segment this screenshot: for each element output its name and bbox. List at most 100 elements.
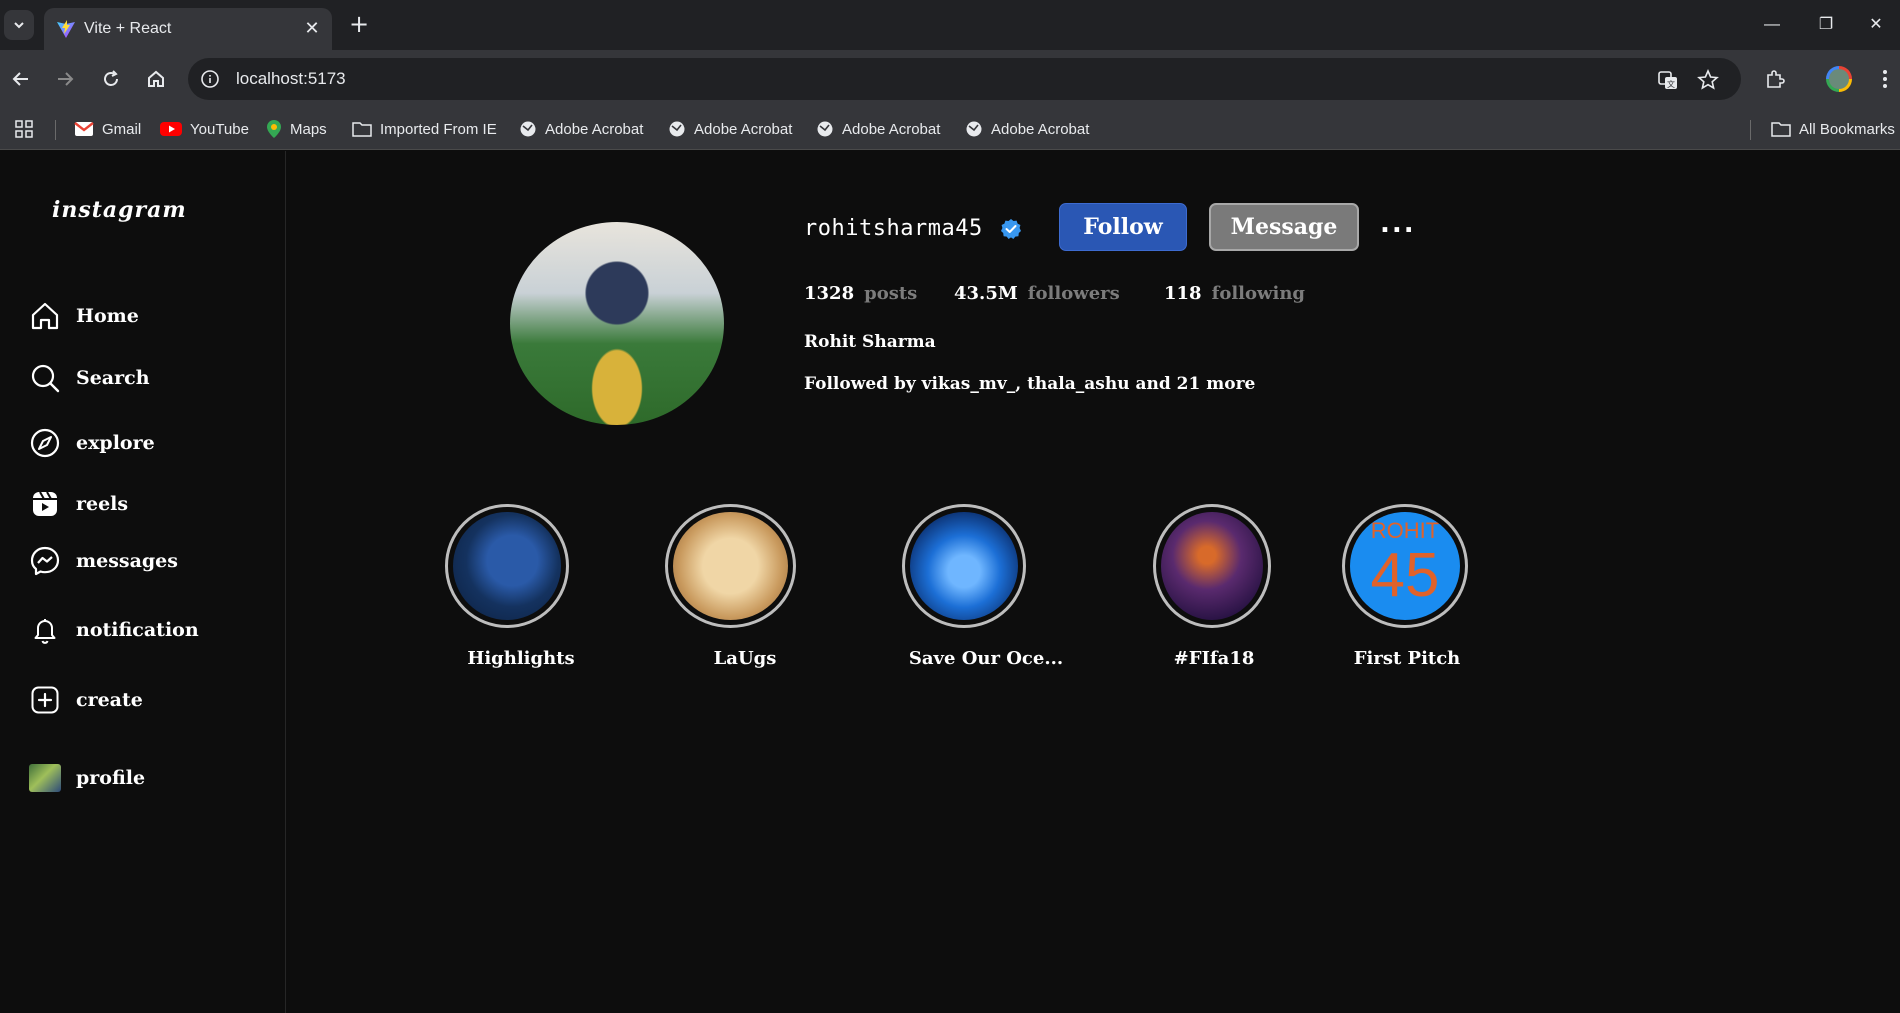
bookmark-imported-from-ie[interactable]: Imported From IE bbox=[352, 117, 497, 141]
tab-search-button[interactable] bbox=[4, 10, 34, 40]
close-window-icon[interactable]: ✕ bbox=[1856, 10, 1896, 40]
highlight-item[interactable]: Save Our Oce... bbox=[902, 504, 1063, 669]
nav-notification[interactable]: notification bbox=[28, 610, 199, 650]
svg-text:文: 文 bbox=[1667, 79, 1675, 89]
star-icon[interactable] bbox=[1697, 69, 1719, 91]
close-tab-icon[interactable]: ✕ bbox=[302, 19, 322, 39]
nav-label: Home bbox=[76, 305, 139, 327]
posts-label: posts bbox=[864, 283, 918, 304]
bookmark-adobe-acrobat-2[interactable]: Adobe Acrobat bbox=[668, 117, 792, 141]
globe-icon bbox=[520, 121, 536, 137]
highlight-item[interactable]: LaUgs bbox=[665, 504, 796, 669]
highlight-ring bbox=[665, 504, 796, 628]
apps-grid-icon bbox=[15, 120, 33, 138]
nav-label: reels bbox=[76, 493, 129, 515]
home-icon bbox=[148, 70, 164, 87]
bookmark-label: Maps bbox=[290, 120, 327, 138]
info-icon[interactable] bbox=[200, 69, 220, 89]
folder-icon bbox=[1771, 122, 1791, 137]
all-bookmarks-button[interactable]: All Bookmarks bbox=[1771, 117, 1895, 141]
nav-label: notification bbox=[76, 619, 199, 641]
nav-explore[interactable]: explore bbox=[28, 423, 155, 463]
bookmarks-bar: Gmail YouTube Maps Imported From IE Adob… bbox=[0, 108, 1900, 150]
following-stat[interactable]: 118 following bbox=[1164, 283, 1305, 304]
nav-label: messages bbox=[76, 550, 178, 572]
bookmark-label: Imported From IE bbox=[380, 120, 497, 138]
bookmark-label: Gmail bbox=[102, 120, 142, 138]
nav-home[interactable]: Home bbox=[28, 296, 139, 336]
bookmark-label: Adobe Acrobat bbox=[545, 120, 644, 138]
chevron-down-icon bbox=[14, 22, 24, 29]
posts-count: 1328 bbox=[804, 283, 855, 304]
followers-stat[interactable]: 43.5M followers bbox=[954, 283, 1120, 304]
message-button[interactable]: Message bbox=[1209, 203, 1359, 251]
highlight-label: Highlights bbox=[467, 648, 575, 669]
nav-messages[interactable]: messages bbox=[28, 541, 178, 581]
highlight-ring bbox=[1153, 504, 1271, 628]
instagram-logo[interactable]: instagram bbox=[52, 197, 187, 223]
browser-tab-bar: Vite + React ✕ + — ❐ ✕ bbox=[0, 0, 1900, 50]
highlight-ring bbox=[445, 504, 569, 628]
reels-icon bbox=[28, 487, 62, 521]
bookmark-adobe-acrobat-3[interactable]: Adobe Acrobat bbox=[816, 117, 940, 141]
profile-avatar-button[interactable] bbox=[1824, 64, 1854, 94]
verified-badge-icon bbox=[1001, 219, 1021, 239]
bookmarks-divider bbox=[1750, 120, 1751, 140]
nav-label: Search bbox=[76, 367, 150, 389]
more-options-button[interactable]: ... bbox=[1380, 209, 1416, 239]
all-bookmarks-label: All Bookmarks bbox=[1799, 120, 1895, 138]
follow-button[interactable]: Follow bbox=[1059, 203, 1187, 251]
nav-reels[interactable]: reels bbox=[28, 484, 128, 524]
restore-icon[interactable]: ❐ bbox=[1806, 10, 1846, 40]
highlight-label: First Pitch bbox=[1353, 648, 1461, 669]
highlight-cover: ROHIT 45 bbox=[1350, 512, 1460, 620]
bookmark-adobe-acrobat-1[interactable]: Adobe Acrobat bbox=[519, 117, 643, 141]
followers-count: 43.5M bbox=[954, 283, 1018, 304]
highlight-item[interactable]: Highlights bbox=[445, 504, 575, 669]
browser-tab[interactable]: Vite + React ✕ bbox=[44, 8, 332, 50]
nav-create[interactable]: create bbox=[28, 680, 143, 720]
highlight-item[interactable]: ROHIT 45 First Pitch bbox=[1342, 504, 1468, 669]
new-tab-button[interactable]: + bbox=[346, 12, 372, 38]
profile-full-name: Rohit Sharma bbox=[804, 332, 936, 352]
bookmark-youtube[interactable]: YouTube bbox=[160, 117, 249, 141]
forward-button[interactable] bbox=[50, 64, 80, 94]
gmail-icon bbox=[74, 122, 94, 136]
bookmark-adobe-acrobat-4[interactable]: Adobe Acrobat bbox=[965, 117, 1089, 141]
nav-label: explore bbox=[76, 432, 155, 454]
search-icon bbox=[28, 361, 62, 395]
compass-icon bbox=[28, 426, 62, 460]
instagram-app: instagram Home Search explore reels mess… bbox=[0, 151, 1900, 1013]
nav-search[interactable]: Search bbox=[28, 358, 150, 398]
highlight-cover bbox=[910, 512, 1018, 620]
plus-square-icon bbox=[28, 683, 62, 717]
reload-button[interactable] bbox=[96, 64, 126, 94]
extensions-button[interactable] bbox=[1760, 64, 1790, 94]
profile-avatar[interactable] bbox=[510, 222, 724, 425]
back-button[interactable] bbox=[6, 64, 36, 94]
forward-arrow-icon bbox=[58, 72, 74, 86]
highlight-cover bbox=[673, 512, 788, 620]
messenger-icon bbox=[28, 544, 62, 578]
bookmark-maps[interactable]: Maps bbox=[266, 117, 327, 141]
bookmark-label: Adobe Acrobat bbox=[694, 120, 793, 138]
reload-icon bbox=[104, 70, 118, 86]
followed-by-text[interactable]: Followed by vikas_mv_, thala_ashu and 21… bbox=[804, 374, 1255, 394]
kebab-menu-icon bbox=[1883, 70, 1887, 88]
followers-label: followers bbox=[1027, 283, 1120, 304]
highlight-item[interactable]: #FIfa18 bbox=[1153, 504, 1271, 669]
browser-menu-button[interactable] bbox=[1870, 64, 1900, 94]
highlight-cover bbox=[453, 512, 561, 620]
apps-button[interactable] bbox=[14, 117, 34, 141]
translate-icon[interactable]: 文 bbox=[1657, 69, 1679, 91]
address-bar[interactable]: localhost:5173 文 bbox=[188, 58, 1741, 100]
minimize-icon[interactable]: — bbox=[1752, 10, 1792, 40]
bookmark-gmail[interactable]: Gmail bbox=[74, 117, 141, 141]
url-text: localhost:5173 bbox=[236, 69, 346, 88]
profile-thumbnail bbox=[28, 761, 62, 795]
home-button[interactable] bbox=[141, 64, 171, 94]
nav-profile[interactable]: profile bbox=[28, 758, 145, 798]
highlight-cover-number: 45 bbox=[1370, 541, 1440, 610]
bell-icon bbox=[28, 613, 62, 647]
account-avatar bbox=[1826, 66, 1852, 92]
